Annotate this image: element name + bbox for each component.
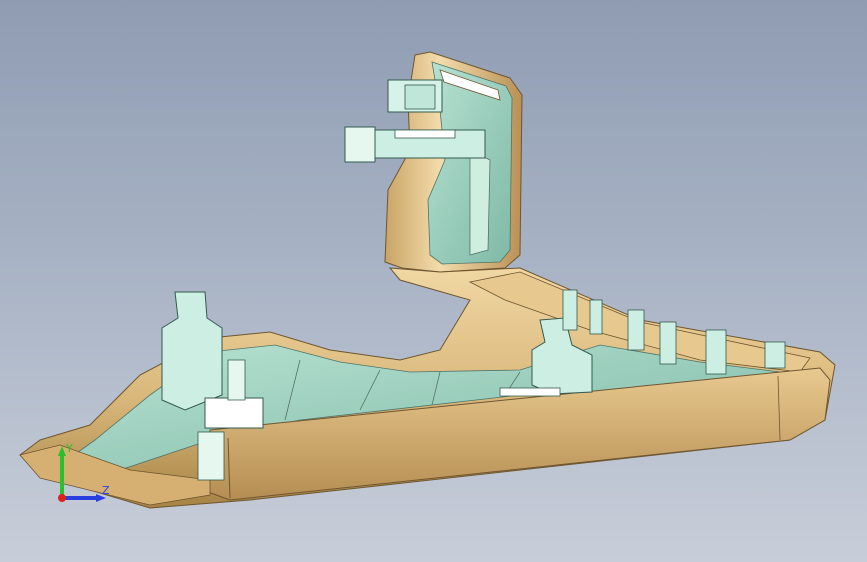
- base-shell: [19, 267, 836, 509]
- y-axis-label: Y: [65, 442, 73, 455]
- z-axis-label: Z: [102, 484, 110, 497]
- axis-triad: Y Z: [58, 442, 110, 502]
- y-axis-arrow-icon: [58, 446, 66, 456]
- 3d-viewport[interactable]: Y Z: [0, 0, 867, 562]
- cad-model[interactable]: [0, 0, 867, 562]
- x-axis-dot: [58, 494, 66, 502]
